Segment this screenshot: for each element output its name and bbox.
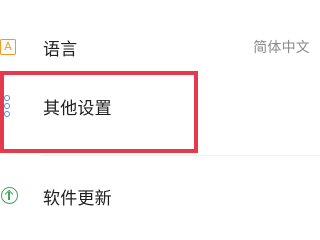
- language-label: 语言: [43, 39, 78, 60]
- other-settings-row[interactable]: 其他设置: [0, 84, 320, 128]
- software-update-row[interactable]: 软件更新: [0, 174, 320, 218]
- upload-update-icon: [1, 187, 18, 204]
- language-setting-row[interactable]: A 语言 简体中文: [0, 25, 320, 69]
- language-value: 简体中文: [253, 40, 310, 56]
- language-icon: A: [0, 39, 16, 55]
- settings-screen: A 语言 简体中文 其他设置 软件更新: [0, 0, 320, 240]
- software-update-label: 软件更新: [43, 188, 112, 209]
- more-options-icon: [4, 95, 14, 117]
- other-settings-label: 其他设置: [43, 98, 112, 119]
- row-divider: [42, 155, 320, 156]
